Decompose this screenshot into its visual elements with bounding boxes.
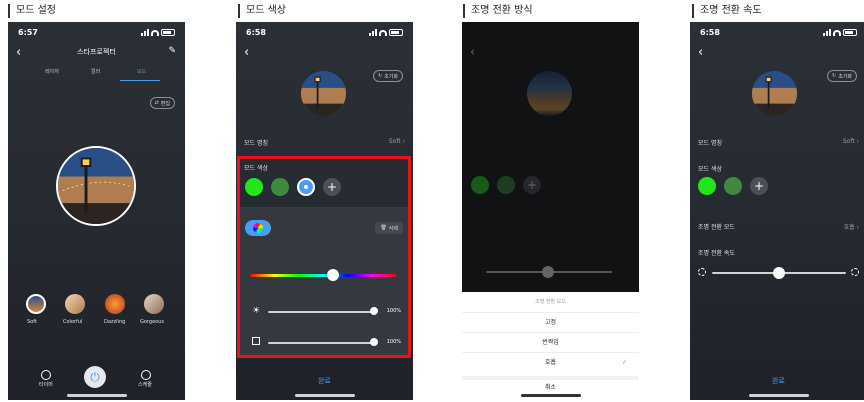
- color-swatch-2[interactable]: [724, 177, 742, 195]
- power-button[interactable]: ⏻: [84, 366, 106, 388]
- reset-button[interactable]: ↻ 초기화: [372, 70, 403, 82]
- timer-label: 타이머: [39, 382, 53, 388]
- phone-transition-speed: 6:58 ‹ ↻ 초기화 모드 명칭 Soft › 모드 색상 + 조명 전환 모…: [690, 22, 864, 400]
- wifi-icon: [379, 30, 387, 36]
- mode-thumb-dazzling[interactable]: [105, 294, 125, 314]
- status-bar: 6:57: [18, 28, 175, 40]
- saturation-slider-thumb[interactable]: [370, 338, 378, 346]
- mode-color-label: 모드 색상: [698, 166, 722, 173]
- schedule-icon[interactable]: [141, 370, 151, 380]
- add-color-button[interactable]: +: [750, 177, 768, 195]
- signal-icon: [823, 29, 831, 36]
- color-swatch-3-selected[interactable]: [297, 178, 315, 196]
- section-title-transition-method: 조명 전환 방식: [463, 4, 533, 18]
- mode-name-label: 모드 명칭: [244, 140, 268, 147]
- cancel-button[interactable]: 취소: [462, 376, 639, 394]
- screen-title: 스타프로젝터: [77, 48, 116, 56]
- mode-name-label: 모드 명칭: [698, 140, 722, 147]
- mode-label-soft: Soft: [27, 319, 37, 325]
- edit-button[interactable]: ⇄ 편집: [149, 97, 175, 109]
- section-title-transition-speed: 조명 전환 속도: [692, 4, 762, 18]
- section-title-mode-color: 모드 색상: [238, 4, 286, 18]
- check-icon: ✓: [621, 359, 627, 366]
- tab-underline: [120, 80, 160, 81]
- hue-slider[interactable]: [250, 274, 396, 277]
- transition-mode-value[interactable]: 호흡 ›: [844, 222, 859, 231]
- fast-speed-icon: [851, 268, 859, 276]
- trash-icon: 🗑: [380, 225, 387, 231]
- tab-color[interactable]: 컬러: [91, 68, 100, 75]
- color-swatch-1[interactable]: [245, 178, 263, 196]
- mode-thumb-soft[interactable]: [26, 294, 46, 314]
- color-swatch-1[interactable]: [698, 177, 716, 195]
- battery-icon: [389, 29, 403, 36]
- transition-speed-label: 조명 전환 속도: [698, 250, 735, 257]
- saturation-slider[interactable]: [268, 342, 374, 344]
- signal-icon: [141, 29, 149, 36]
- color-wheel-button[interactable]: [245, 220, 271, 236]
- color-swatch-2[interactable]: [271, 178, 289, 196]
- back-icon[interactable]: ‹: [698, 45, 703, 60]
- saturation-value: 100%: [386, 339, 401, 345]
- mode-preview-image: [301, 71, 346, 116]
- mode-thumb-gorgeous[interactable]: [144, 294, 164, 314]
- phone-mode-color: 6:58 ‹ ↻ 초기화 모드 명칭 Soft › 모드 색상 + 🗑 삭제 ☀ 1…: [236, 22, 413, 400]
- mode-name-value[interactable]: Soft ›: [389, 138, 405, 145]
- mode-preview-image: [752, 71, 797, 116]
- edit-pencil-icon[interactable]: ✎: [168, 46, 176, 56]
- reset-icon: ↻: [831, 73, 837, 79]
- status-time: 6:57: [18, 28, 38, 37]
- brightness-slider-thumb[interactable]: [370, 307, 378, 315]
- brightness-slider[interactable]: [268, 311, 374, 313]
- phone-mode-settings: 6:57 ‹ 스타프로젝터 ✎ 레이저 컬러 모드 ⇄ 편집 Soft Color…: [8, 22, 185, 400]
- sheet-title: 조명 전환 모드: [535, 299, 566, 305]
- option-fixed[interactable]: 고정: [462, 312, 639, 332]
- timer-icon[interactable]: [41, 370, 51, 380]
- speed-slider-thumb[interactable]: [773, 267, 785, 279]
- saturation-icon: [252, 337, 260, 345]
- phone-transition-method: ‹ + 조명 전환 모드 고정 번짝임 호흡 ✓ 취소: [462, 22, 639, 400]
- brightness-value: 100%: [386, 308, 401, 314]
- transition-mode-label: 조명 전환 모드: [698, 224, 735, 231]
- brightness-icon: ☀: [252, 306, 261, 316]
- mode-preview-image: [56, 146, 136, 226]
- mode-name-value[interactable]: Soft ›: [843, 138, 859, 145]
- delete-button[interactable]: 🗑 삭제: [375, 222, 403, 234]
- reset-icon: ↻: [377, 73, 383, 79]
- mode-color-label: 모드 색상: [244, 165, 268, 172]
- home-indicator: [66, 394, 127, 397]
- option-breathe[interactable]: 호흡 ✓: [462, 352, 639, 372]
- battery-icon: [843, 29, 857, 36]
- status-bar: 6:58: [246, 28, 403, 40]
- battery-icon: [161, 29, 175, 36]
- home-indicator: [520, 394, 581, 397]
- mode-label-dazzling: Dazzling: [104, 319, 126, 325]
- option-blink[interactable]: 번짝임: [462, 332, 639, 352]
- tab-mode[interactable]: 모드: [137, 68, 146, 75]
- swap-icon: ⇄: [154, 100, 159, 106]
- signal-icon: [369, 29, 377, 36]
- tab-bar: 레이저 컬러 모드: [8, 68, 185, 82]
- section-title-mode-settings: 모드 설정: [8, 4, 56, 18]
- mode-label-colorful: Colorful: [63, 319, 83, 325]
- status-bar: 6:58: [700, 28, 857, 40]
- wifi-icon: [151, 30, 159, 36]
- back-icon[interactable]: ‹: [244, 45, 249, 60]
- status-time: 6:58: [700, 28, 720, 37]
- slow-speed-icon: [698, 268, 706, 276]
- add-color-button[interactable]: +: [323, 178, 341, 196]
- schedule-label: 스케줄: [138, 382, 152, 388]
- home-indicator: [748, 394, 809, 397]
- mode-label-gorgeous: Gorgeous: [140, 319, 164, 325]
- tab-laser[interactable]: 레이저: [45, 68, 59, 75]
- wifi-icon: [833, 30, 841, 36]
- status-time: 6:58: [246, 28, 266, 37]
- reset-button[interactable]: ↻ 초기화: [826, 70, 857, 82]
- home-indicator: [294, 394, 355, 397]
- color-wheel-icon: [253, 223, 263, 233]
- action-sheet: 조명 전환 모드 고정 번짝임 호흡 ✓ 취소: [462, 292, 639, 400]
- mode-thumb-colorful[interactable]: [65, 294, 85, 314]
